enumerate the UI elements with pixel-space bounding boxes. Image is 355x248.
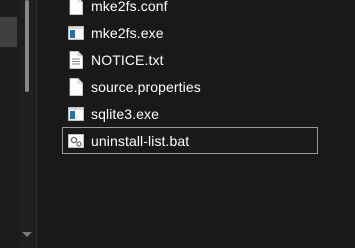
file-row-mke2fs-conf[interactable]: mke2fs.conf [62, 0, 355, 19]
exe-icon [68, 105, 84, 123]
file-name: sqlite3.exe [91, 105, 160, 122]
pane-splitter[interactable] [36, 0, 37, 248]
file-row-sqlite3-exe[interactable]: sqlite3.exe [62, 100, 355, 127]
document-icon [68, 0, 84, 15]
file-name: mke2fs.conf [91, 0, 168, 14]
file-row-uninstall-list-bat[interactable]: uninstall-list.bat [62, 127, 318, 154]
file-name: uninstall-list.bat [91, 132, 190, 149]
file-row-notice-txt[interactable]: NOTICE.txt [62, 46, 355, 73]
scroll-down-arrow-icon[interactable] [22, 232, 32, 237]
file-name: NOTICE.txt [91, 51, 164, 68]
file-list: mke2fs.conf mke2fs.exe NOTICE.txt source… [62, 0, 355, 154]
exe-icon [68, 24, 84, 42]
nav-scrollbar-thumb[interactable] [25, 0, 29, 92]
text-file-icon [68, 50, 84, 69]
file-row-mke2fs-exe[interactable]: mke2fs.exe [62, 19, 355, 46]
navigation-pane[interactable] [0, 0, 36, 248]
file-name: mke2fs.exe [91, 24, 164, 41]
file-name: source.properties [91, 78, 201, 95]
nav-selected-item[interactable] [0, 17, 17, 47]
file-explorer: mke2fs.conf mke2fs.exe NOTICE.txt source… [0, 0, 355, 248]
file-row-source-properties[interactable]: source.properties [62, 73, 355, 100]
batch-file-icon [68, 132, 84, 150]
document-icon [68, 77, 84, 96]
